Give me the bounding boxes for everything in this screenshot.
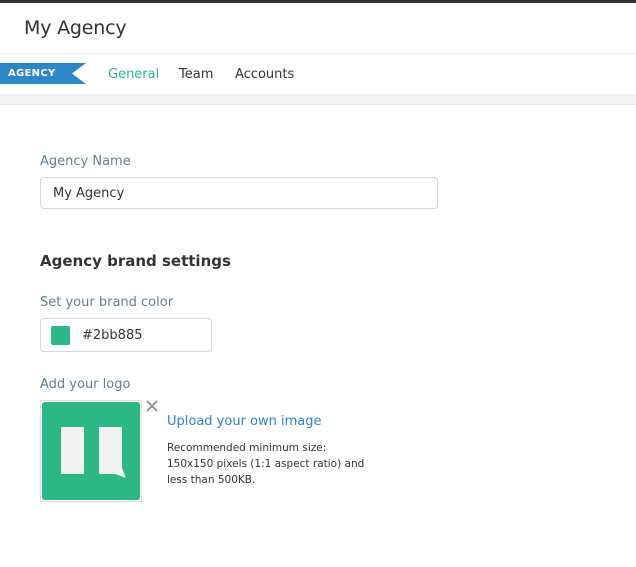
brand-settings-heading: Agency brand settings	[40, 252, 231, 270]
color-swatch[interactable]	[51, 326, 70, 345]
page-title: My Agency	[24, 17, 127, 39]
agency-name-input[interactable]	[40, 177, 438, 209]
tab-bar: AGENCY General Team Accounts	[0, 54, 636, 94]
tab-accounts[interactable]: Accounts	[235, 67, 294, 82]
speech-bubble-logo-icon	[42, 402, 140, 500]
tab-team[interactable]: Team	[179, 67, 213, 82]
section-badge-label: AGENCY	[8, 68, 56, 79]
brand-color-picker[interactable]: #2bb885	[40, 318, 212, 352]
divider-band	[0, 94, 636, 105]
brand-color-label: Set your brand color	[40, 295, 174, 310]
agency-name-label: Agency Name	[40, 154, 131, 169]
upload-hint: Recommended minimum size: 150x150 pixels…	[167, 442, 365, 486]
upload-image-link[interactable]: Upload your own image	[167, 414, 322, 429]
section-badge: AGENCY	[0, 63, 86, 84]
close-icon[interactable]	[145, 398, 159, 412]
tab-general[interactable]: General	[108, 67, 159, 82]
page-header: My Agency	[0, 3, 636, 54]
logo-label: Add your logo	[40, 377, 131, 392]
brand-color-value: #2bb885	[82, 328, 143, 343]
logo-preview[interactable]	[40, 400, 142, 502]
